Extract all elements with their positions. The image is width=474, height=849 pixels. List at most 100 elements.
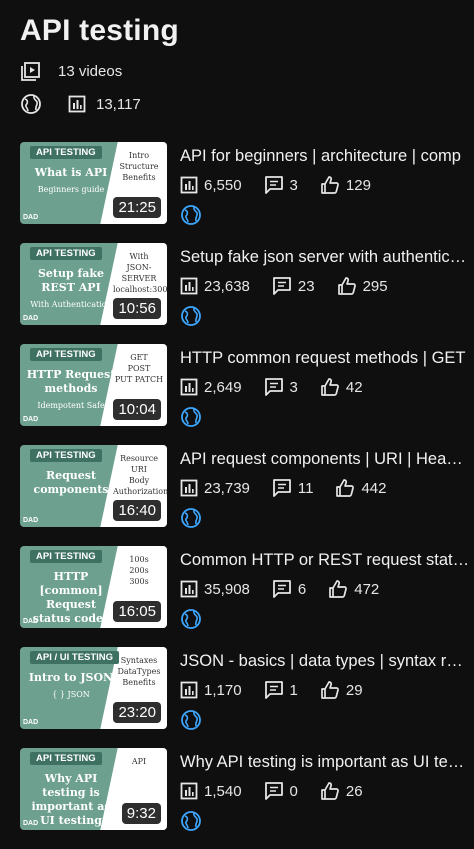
channel-logo: DAD	[23, 820, 39, 827]
channel-logo: DAD	[23, 517, 39, 524]
video-title[interactable]: Setup fake json server with authenticati…	[180, 248, 470, 267]
video-title[interactable]: HTTP common request methods | GET	[180, 349, 470, 368]
views-stat: 1,170	[180, 681, 242, 699]
thumbnail-heading: HTTP Request methods Idempotent Safe	[26, 368, 116, 413]
globe-icon	[20, 93, 42, 115]
thumbnail-side-text: 100s 200s 300s	[129, 555, 149, 586]
view-count: 23,739	[204, 479, 250, 497]
video-duration: 16:05	[113, 601, 161, 622]
video-thumbnail[interactable]: API TESTING HTTP Request methods Idempoten…	[20, 344, 167, 426]
comment-count: 11	[297, 479, 314, 497]
comment-icon	[272, 579, 292, 599]
playlist-play-icon	[20, 60, 42, 82]
video-thumbnail[interactable]: API TESTING What is API Beginners guide Int…	[20, 142, 167, 224]
video-stats: 2,649 3 42	[180, 377, 470, 397]
thumbnail-heading-text: HTTP [common] Request status codes	[32, 570, 110, 625]
thumbnail-heading: HTTP [common] Request status codes	[26, 570, 116, 628]
views-stat: 2,649	[180, 378, 242, 396]
comment-icon	[272, 276, 292, 296]
video-item[interactable]: API TESTING Setup fake REST API With Authe…	[20, 243, 474, 344]
analytics-icon	[180, 479, 198, 497]
video-item[interactable]: API / UI TESTING Intro to JSON { } JSON Syn…	[20, 647, 474, 748]
total-views: 13,117	[66, 93, 141, 115]
thumbnail-side-text: API	[131, 757, 147, 766]
comment-icon	[272, 478, 292, 498]
thumbnail-heading: What is API Beginners guide	[26, 166, 116, 197]
video-list: API TESTING What is API Beginners guide Int…	[20, 142, 474, 849]
thumbnail-heading-text: What is API	[34, 166, 108, 179]
like-count: 26	[345, 782, 363, 800]
channel-logo: DAD	[23, 416, 39, 423]
thumbnail-subheading: Idempotent Safe	[37, 401, 105, 410]
thumbnail-side-text: Resource URI Body Authorization	[113, 454, 167, 496]
video-title[interactable]: API for beginners | architecture | comp	[180, 147, 470, 166]
like-count: 42	[345, 378, 363, 396]
views-stat: 35,908	[180, 580, 250, 598]
likes-stat: 42	[320, 377, 363, 397]
thumbnail-heading: Setup fake REST API With Authentication	[26, 267, 116, 312]
video-item[interactable]: API TESTING Why API testing is important …	[20, 748, 474, 849]
video-title[interactable]: API request components | URI | Headers	[180, 450, 470, 469]
like-icon	[320, 781, 340, 801]
video-thumbnail[interactable]: API TESTING Request components Resource UR…	[20, 445, 167, 527]
likes-stat: 129	[320, 175, 371, 195]
video-duration: 10:56	[113, 298, 161, 319]
views-stat: 6,550	[180, 176, 242, 194]
video-stats: 1,540 0 26	[180, 781, 470, 801]
video-thumbnail[interactable]: API TESTING Why API testing is important …	[20, 748, 167, 830]
video-title[interactable]: JSON - basics | data types | syntax rule…	[180, 652, 470, 671]
thumbnail-tag: API / UI TESTING	[30, 651, 120, 664]
likes-stat: 472	[328, 579, 379, 599]
video-stats: 35,908 6 472	[180, 579, 470, 599]
comments-stat: 6	[272, 579, 306, 599]
video-item[interactable]: API TESTING HTTP [common] Request status …	[20, 546, 474, 647]
comment-icon	[264, 781, 284, 801]
video-info[interactable]: Why API testing is important as UI testi…	[180, 748, 470, 832]
video-info[interactable]: Setup fake json server with authenticati…	[180, 243, 470, 327]
comment-count: 1	[289, 681, 298, 699]
video-info[interactable]: HTTP common request methods | GET 2,649 3 4…	[180, 344, 470, 428]
like-count: 295	[362, 277, 388, 295]
view-count: 23,638	[204, 277, 250, 295]
video-info[interactable]: JSON - basics | data types | syntax rule…	[180, 647, 470, 731]
channel-logo: DAD	[23, 618, 39, 625]
video-info[interactable]: API request components | URI | Headers 23…	[180, 445, 470, 529]
video-thumbnail[interactable]: API TESTING Setup fake REST API With Authe…	[20, 243, 167, 325]
view-count: 1,540	[204, 782, 242, 800]
analytics-icon	[180, 378, 198, 396]
comments-stat: 23	[272, 276, 315, 296]
thumbnail-heading-text: Intro to JSON	[28, 671, 114, 684]
comments-stat: 1	[264, 680, 298, 700]
like-icon	[320, 377, 340, 397]
video-stats: 23,739 11 442	[180, 478, 470, 498]
like-count: 472	[354, 580, 380, 598]
video-count: 13 videos	[58, 62, 123, 80]
public-globe-icon	[180, 204, 202, 226]
video-info[interactable]: Common HTTP or REST request status codes…	[180, 546, 470, 630]
video-item[interactable]: API TESTING HTTP Request methods Idempoten…	[20, 344, 474, 445]
video-duration: 10:04	[113, 399, 161, 420]
thumbnail-side-text: Intro Structure Benefits	[119, 151, 159, 182]
like-icon	[320, 175, 340, 195]
video-item[interactable]: API TESTING Request components Resource UR…	[20, 445, 474, 546]
public-globe-icon	[180, 507, 202, 529]
video-thumbnail[interactable]: API / UI TESTING Intro to JSON { } JSON Syn…	[20, 647, 167, 729]
thumbnail-tag: API TESTING	[30, 146, 102, 159]
thumbnail-heading: Request components	[26, 469, 116, 500]
like-count: 29	[345, 681, 363, 699]
thumbnail-tag: API TESTING	[30, 449, 102, 462]
video-info[interactable]: API for beginners | architecture | comp 6…	[180, 142, 470, 226]
video-title[interactable]: Common HTTP or REST request status codes	[180, 551, 470, 570]
channel-logo: DAD	[23, 719, 39, 726]
comments-stat: 3	[264, 377, 298, 397]
video-title[interactable]: Why API testing is important as UI testi…	[180, 753, 470, 772]
public-globe-icon	[180, 608, 202, 630]
video-item[interactable]: API TESTING What is API Beginners guide Int…	[20, 142, 474, 243]
thumbnail-heading-text: Setup fake REST API	[37, 267, 105, 294]
public-globe-icon	[180, 810, 202, 832]
thumbnail-heading: Why API testing is important as UI testi…	[26, 772, 116, 830]
channel-logo: DAD	[23, 315, 39, 322]
video-thumbnail[interactable]: API TESTING HTTP [common] Request status …	[20, 546, 167, 628]
like-count: 129	[345, 176, 371, 194]
thumbnail-subheading: { } JSON	[52, 690, 90, 699]
